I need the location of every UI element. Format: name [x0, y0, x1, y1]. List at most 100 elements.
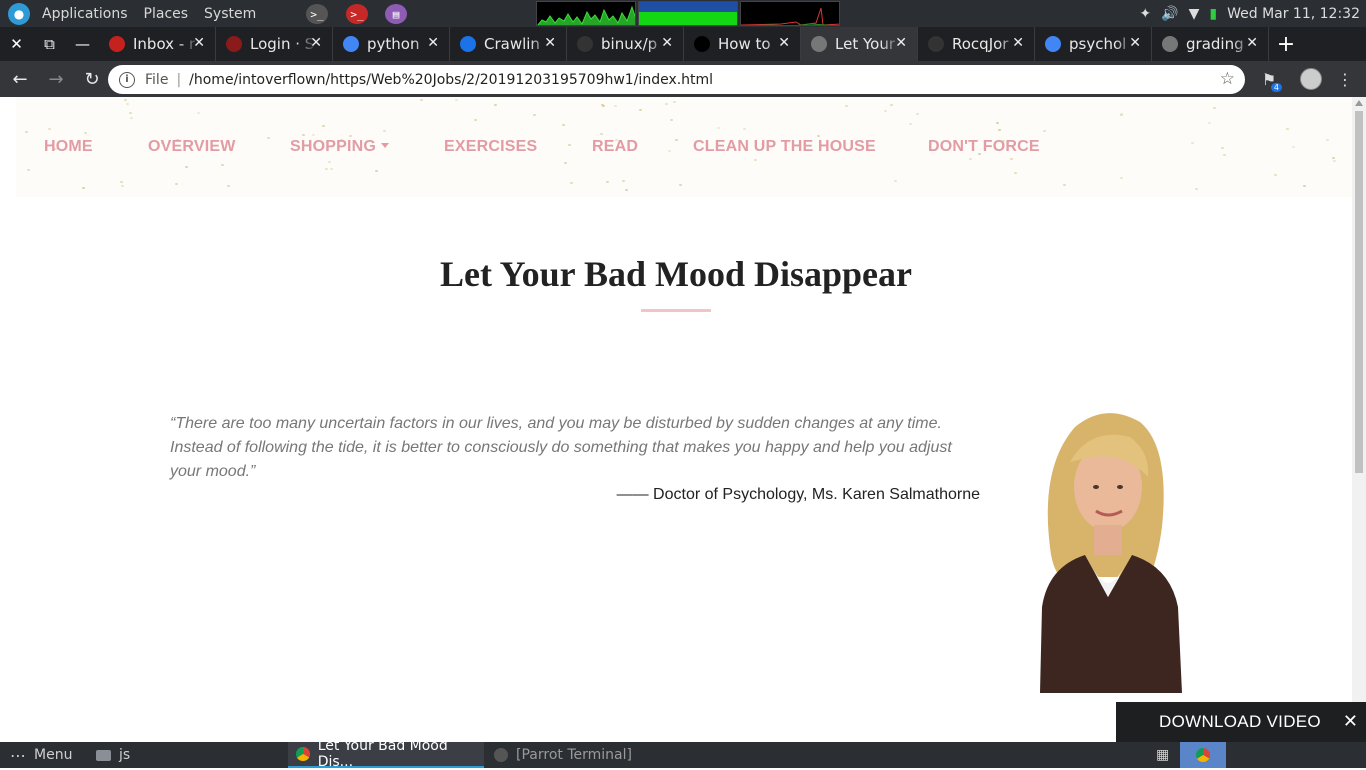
tab-close-icon[interactable]: ✕: [310, 35, 322, 51]
browser-tab[interactable]: How to ✕: [684, 27, 801, 61]
browser-tab[interactable]: binux/p ✕: [567, 27, 684, 61]
background-speck: [570, 182, 573, 184]
bluetooth-icon[interactable]: ✦: [1139, 6, 1151, 22]
nav-shopping-dropdown[interactable]: SHOPPING: [290, 138, 390, 156]
globe-icon: [811, 36, 827, 52]
main-menu-button[interactable]: ⋯ Menu: [10, 742, 72, 768]
tab-close-icon[interactable]: ✕: [895, 35, 907, 51]
nav-home-link[interactable]: HOME: [44, 138, 93, 156]
background-speck: [1120, 177, 1123, 179]
browser-tab[interactable]: python ✕: [333, 27, 450, 61]
tab-close-icon[interactable]: ✕: [1129, 35, 1141, 51]
background-speck: [330, 168, 333, 170]
background-speck: [606, 181, 609, 183]
url-text[interactable]: /home/intoverflown/https/Web%20Jobs/2/20…: [189, 72, 713, 88]
clock[interactable]: Wed Mar 11, 12:32: [1227, 6, 1360, 22]
background-speck: [625, 189, 628, 191]
parrot-logo-icon[interactable]: ●: [8, 2, 30, 25]
network-monitor-graph: [740, 1, 840, 26]
root-terminal-launcher-icon[interactable]: >_: [346, 4, 368, 24]
background-speck: [743, 128, 746, 130]
download-video-label[interactable]: DOWNLOAD VIDEO: [1159, 712, 1321, 732]
window-close-icon[interactable]: ✕: [0, 27, 33, 61]
download-video-bar[interactable]: DOWNLOAD VIDEO ✕: [1116, 702, 1366, 742]
tab-close-icon[interactable]: ✕: [1012, 35, 1024, 51]
browser-tab[interactable]: Crawlin ✕: [450, 27, 567, 61]
address-bar[interactable]: i File | /home/intoverflown/https/Web%20…: [108, 65, 1245, 94]
nav-exercises-link[interactable]: EXERCISES: [444, 138, 537, 156]
tab-close-icon[interactable]: ✕: [544, 35, 556, 51]
window-minimize-icon[interactable]: —: [66, 27, 99, 61]
bookmark-star-icon[interactable]: ☆: [1220, 69, 1235, 89]
translate-extension-icon[interactable]: ⚑ 4: [1254, 64, 1284, 94]
browser-tab[interactable]: RocqJor ✕: [918, 27, 1035, 61]
reload-button[interactable]: ↻: [76, 63, 108, 95]
taskbar-item-label: Let Your Bad Mood Dis...: [317, 738, 448, 770]
tab-close-icon[interactable]: ✕: [661, 35, 673, 51]
workspace-thumb-icon[interactable]: [1180, 742, 1226, 768]
folder-shortcut[interactable]: js: [96, 742, 130, 768]
tab-close-icon[interactable]: ✕: [1246, 35, 1258, 51]
tab-close-icon[interactable]: ✕: [778, 35, 790, 51]
profile-avatar-icon[interactable]: [1296, 64, 1326, 94]
scroll-up-arrow-icon[interactable]: [1355, 100, 1363, 106]
google-icon: [1045, 36, 1061, 52]
tab-close-icon[interactable]: ✕: [193, 35, 205, 51]
applications-menu[interactable]: Applications: [42, 6, 128, 22]
grid-menu-icon: ⋯: [10, 745, 26, 765]
site-info-icon[interactable]: i: [119, 71, 135, 88]
browser-tab[interactable]: Login · S ✕: [216, 27, 333, 61]
tab-close-icon[interactable]: ✕: [427, 35, 439, 51]
workspace-switcher-icon[interactable]: ▦: [1156, 742, 1169, 768]
forward-button[interactable]: →: [40, 63, 72, 95]
menu-label: Menu: [34, 747, 73, 763]
background-speck: [754, 159, 757, 161]
background-speck: [916, 113, 919, 115]
browser-tab[interactable]: Inbox - r ✕: [99, 27, 216, 61]
browser-tab-bar: ✕ ⧉ — Inbox - r ✕ Login · S ✕ python ✕ Crawlin…: [0, 27, 1366, 61]
background-speck: [126, 103, 129, 105]
background-speck: [455, 99, 458, 101]
title-underline: [641, 309, 711, 312]
background-speck: [267, 137, 270, 139]
browser-tab[interactable]: grading ✕: [1152, 27, 1269, 61]
taskbar-item-browser[interactable]: Let Your Bad Mood Dis...: [288, 738, 484, 770]
background-speck: [1286, 128, 1289, 130]
back-button[interactable]: ←: [4, 63, 36, 95]
scrollbar-thumb[interactable]: [1355, 111, 1363, 473]
background-speck: [679, 184, 682, 186]
places-menu[interactable]: Places: [144, 6, 189, 22]
taskbar-item-terminal[interactable]: [Parrot Terminal]: [486, 742, 656, 768]
terminal-launcher-icon[interactable]: >_: [306, 4, 328, 24]
download-bar-close-icon[interactable]: ✕: [1343, 711, 1358, 732]
page-scrollbar[interactable]: [1352, 97, 1366, 742]
background-speck: [221, 164, 224, 166]
scheme-separator: |: [176, 71, 182, 88]
background-speck: [1332, 157, 1335, 159]
background-speck: [675, 139, 678, 141]
background-speck: [1014, 172, 1017, 174]
browser-tab[interactable]: Let Your ✕: [801, 27, 918, 61]
background-speck: [1292, 146, 1295, 148]
tab-title: psychol: [1069, 35, 1127, 53]
nav-read-link[interactable]: READ: [592, 138, 638, 156]
background-speck: [197, 112, 200, 114]
chrome-icon: [296, 747, 310, 761]
battery-icon[interactable]: ▮: [1209, 6, 1217, 22]
background-speck: [349, 135, 352, 137]
nav-clean-up-link[interactable]: CLEAN UP THE HOUSE: [693, 138, 876, 156]
window-restore-icon[interactable]: ⧉: [33, 27, 66, 61]
system-menu[interactable]: System: [204, 6, 256, 22]
browser-menu-icon[interactable]: ⋮: [1330, 64, 1360, 94]
text-editor-launcher-icon[interactable]: ▤: [385, 4, 407, 24]
new-tab-button[interactable]: +: [1269, 27, 1303, 61]
nav-overview-link[interactable]: OVERVIEW: [148, 138, 236, 156]
background-speck: [121, 185, 124, 187]
wifi-icon[interactable]: ▼: [1189, 6, 1200, 22]
background-speck: [129, 112, 132, 114]
nav-dont-force-link[interactable]: DON'T FORCE: [928, 138, 1040, 156]
background-speck: [665, 103, 668, 105]
volume-icon[interactable]: 🔊: [1161, 6, 1178, 22]
browser-tab[interactable]: psychol ✕: [1035, 27, 1152, 61]
background-speck: [639, 109, 642, 111]
